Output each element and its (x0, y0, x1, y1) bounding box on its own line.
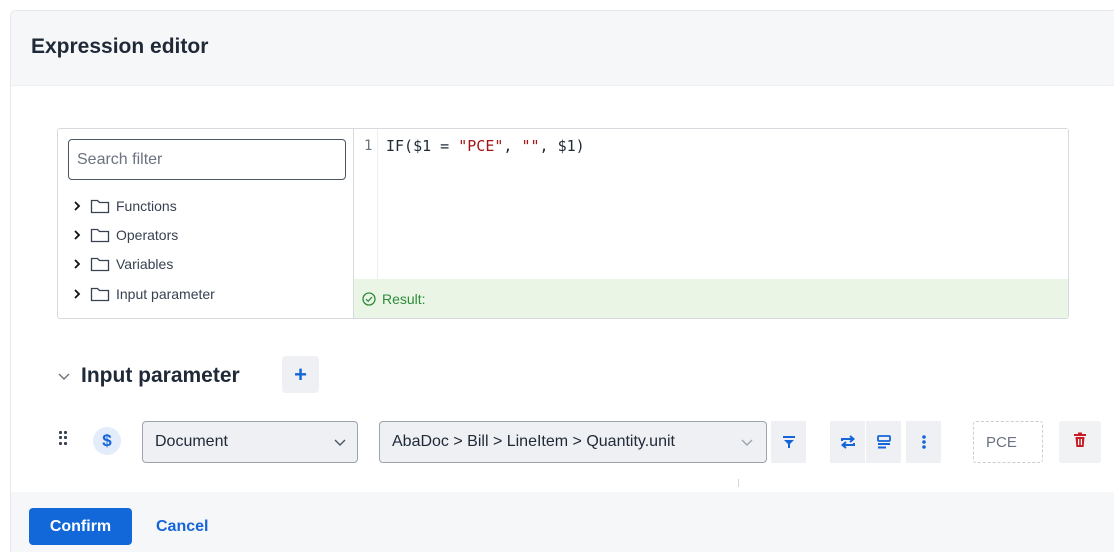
tree-item-label: Operators (116, 227, 179, 243)
dialog-footer: Confirm Cancel (11, 492, 1114, 552)
tree-item-label: Functions (116, 198, 177, 214)
chevron-right-icon (70, 228, 84, 242)
section-heading: Input parameter (81, 364, 240, 387)
search-filter-input[interactable] (68, 139, 346, 180)
field-path-select[interactable]: AbaDoc > Bill > LineItem > Quantity.unit (379, 421, 767, 463)
chevron-down-icon (740, 435, 754, 449)
dialog-title: Expression editor (31, 35, 209, 58)
drag-handle-icon[interactable] (59, 431, 69, 445)
code-string-token: "PCE" (458, 137, 504, 155)
scroll-marker (738, 479, 739, 487)
more-options-button[interactable] (906, 421, 941, 463)
code-editor[interactable]: 1 IF($1 = "PCE", "", $1) (354, 129, 1068, 279)
swap-button[interactable] (830, 421, 865, 463)
format-button[interactable] (866, 421, 901, 463)
add-parameter-button[interactable]: + (282, 356, 319, 393)
tree-item-functions[interactable]: Functions (70, 195, 177, 217)
source-select-value: Document (155, 433, 228, 450)
chevron-right-icon (70, 199, 84, 213)
line-number-gutter: 1 (354, 129, 378, 279)
code-token: , $1) (539, 137, 585, 155)
tree-item-operators[interactable]: Operators (70, 224, 178, 246)
code-token: IF($1 = (386, 137, 459, 155)
chevron-down-icon (57, 369, 71, 383)
expression-editor-dialog: Expression editor Functions Operators Va… (10, 10, 1114, 552)
cancel-button[interactable]: Cancel (148, 508, 216, 545)
chevron-right-icon (70, 287, 84, 301)
tree-item-variables[interactable]: Variables (70, 253, 173, 275)
filter-button[interactable] (771, 421, 806, 463)
dialog-header: Expression editor (11, 11, 1114, 86)
folder-icon (90, 286, 110, 302)
source-select[interactable]: Document (142, 421, 358, 463)
delete-parameter-button[interactable] (1059, 421, 1101, 463)
confirm-button[interactable]: Confirm (29, 508, 132, 545)
tree-item-label: Input parameter (116, 286, 215, 302)
line-number: 1 (364, 138, 373, 154)
variable-type-badge[interactable]: $ (93, 427, 121, 455)
folder-icon (90, 198, 110, 214)
folder-icon (90, 227, 110, 243)
expression-editor-panel: Functions Operators Variables Input para… (57, 128, 1069, 319)
parameter-value-input[interactable] (973, 421, 1043, 463)
trash-icon (1073, 432, 1087, 453)
input-parameter-section-toggle[interactable]: Input parameter (57, 356, 240, 396)
format-icon (876, 434, 892, 450)
code-token: , (503, 137, 522, 155)
tree-item-label: Variables (116, 256, 174, 272)
field-path-value: AbaDoc > Bill > LineItem > Quantity.unit (392, 433, 675, 450)
result-bar: Result: (354, 279, 1068, 318)
expression-tree-pane: Functions Operators Variables Input para… (58, 129, 354, 318)
chevron-down-icon (333, 435, 347, 449)
chevron-right-icon (70, 257, 84, 271)
code-line[interactable]: IF($1 = "PCE", "", $1) (386, 137, 585, 155)
folder-icon (90, 256, 110, 272)
result-label: Result: (382, 290, 426, 307)
filter-icon (781, 434, 797, 450)
swap-icon (839, 434, 857, 450)
tree-item-input-parameter[interactable]: Input parameter (70, 283, 215, 305)
check-circle-icon (362, 291, 376, 306)
code-string-token: "" (521, 137, 540, 155)
more-vertical-icon (921, 434, 927, 450)
